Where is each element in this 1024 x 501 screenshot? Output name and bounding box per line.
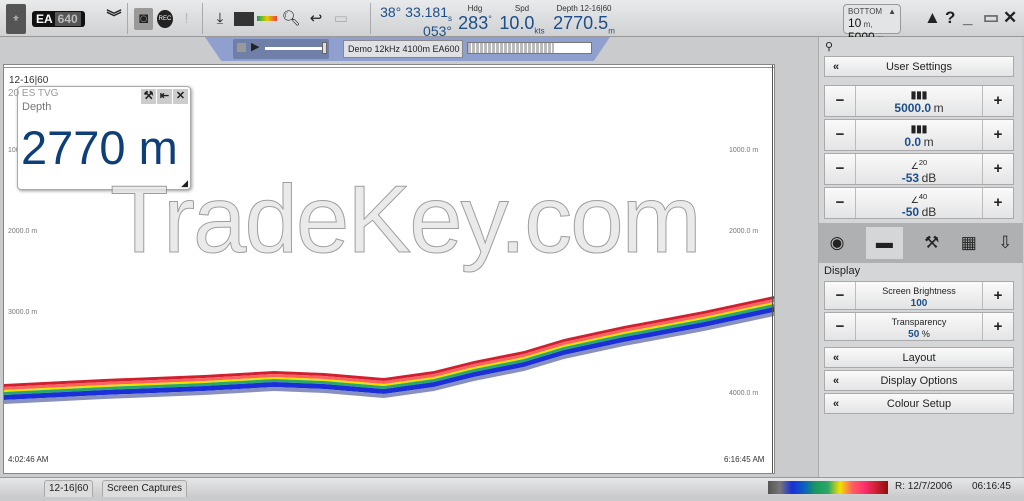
stop-icon[interactable] — [237, 43, 246, 52]
screen-brightness-stepper: − Screen Brightness 100 + — [824, 281, 1014, 310]
pin-icon[interactable]: ⚲ — [825, 40, 833, 53]
stepper-3: − ∠40 -50 dB + — [824, 187, 1014, 219]
stepper-0: − ▮▮▮ 5000.0 m + — [824, 85, 1014, 117]
replay-bar: ▶ Demo 12kHz 4100m EA600 — [205, 37, 610, 61]
brightness-plus-button[interactable]: + — [983, 282, 1013, 309]
start-bars-icon: ▮▮▮ — [910, 124, 928, 135]
stepper-plus-button[interactable]: + — [983, 120, 1013, 150]
depth-value: 2770 m — [21, 121, 178, 174]
replay-progress[interactable] — [467, 42, 592, 54]
settings-tools-icon[interactable]: ⚒ — [141, 89, 156, 104]
camera-icon[interactable]: ◙ — [134, 7, 154, 30]
stepper-minus-button[interactable]: − — [825, 154, 855, 184]
right-panel: ⚲ «User Settings − ▮▮▮ 5000.0 m + − ▮▮▮ 0.0 m +… — [818, 37, 1023, 477]
depth-widget[interactable]: Depth ⚒ ⇤ ✕ 2770 m ◢ — [17, 86, 191, 190]
tab-setup-icon[interactable]: ⚒ — [924, 233, 939, 253]
start-time: 4:02:46 AM — [8, 455, 49, 464]
colour-scale-bar — [768, 481, 888, 494]
minimize-button[interactable]: _ — [963, 8, 972, 28]
alert-exclamation-icon: ! — [184, 9, 189, 27]
stepper-1: − ▮▮▮ 0.0 m + — [824, 119, 1014, 151]
bottom-lock-icon[interactable]: ⤓ — [209, 8, 231, 30]
alarm-icon[interactable]: ▲ — [924, 8, 941, 28]
close-button[interactable]: ✕ — [1003, 8, 1017, 28]
resize-grip-icon[interactable]: ◢ — [181, 178, 188, 189]
chevron-left-icon: « — [833, 398, 840, 410]
play-icon[interactable]: ▶ — [251, 40, 259, 53]
tab-sonar-icon[interactable]: ◉ — [830, 233, 845, 253]
colour-setup-button[interactable]: «Colour Setup — [824, 393, 1014, 414]
ping-cursor-line[interactable] — [772, 65, 773, 473]
stepper-plus-button[interactable]: + — [983, 188, 1013, 218]
depth-widget-title: Depth — [22, 101, 52, 113]
collapse-chevrons-icon[interactable]: ︾ — [103, 7, 125, 29]
transparency-minus-button[interactable]: − — [825, 313, 855, 340]
heading-readout: Hdg 283° — [458, 4, 492, 33]
product-badge: EA 640 — [32, 10, 85, 27]
layout-button[interactable]: «Layout — [824, 347, 1014, 368]
tab-layout-icon[interactable]: ▦ — [961, 233, 977, 253]
tvg-gain-icon: ∠ — [910, 161, 919, 171]
zoom-icon[interactable]: 🔍︎ — [280, 8, 302, 30]
record-icon[interactable]: REC — [157, 9, 173, 28]
brightness-minus-button[interactable]: − — [825, 282, 855, 309]
close-icon[interactable]: ✕ — [173, 89, 188, 104]
dock-icon[interactable]: ⇤ — [157, 89, 172, 104]
bottom-range-button[interactable]: BOTTOM ▲ 10 m, 5000 m — [843, 4, 901, 44]
battery-icon[interactable]: ▭ — [330, 8, 352, 30]
expand-up-icon: ▲ — [888, 7, 896, 16]
stepper-plus-button[interactable]: + — [983, 86, 1013, 116]
seabed-echo-band — [4, 296, 774, 387]
chevron-left-icon: « — [833, 61, 840, 73]
tab-output-icon[interactable]: ⇩ — [998, 233, 1012, 253]
stepper-plus-button[interactable]: + — [983, 154, 1013, 184]
return-arrow-icon[interactable]: ↩ — [305, 8, 327, 30]
clock: 06:16:45 — [972, 481, 1011, 492]
replay-date: R: 12/7/2006 — [895, 481, 953, 492]
tab-channel[interactable]: 12-16|60 — [44, 480, 94, 497]
toolbar: ⚜ EA 640 ︾ ◙ REC ! ⤓ 🔍︎ ↩ ▭ 38° 33.181s 0… — [0, 0, 1024, 58]
chevron-left-icon: « — [833, 375, 840, 387]
display-title: Display — [824, 265, 861, 277]
display-options-button[interactable]: «Display Options — [824, 370, 1014, 391]
seabed-echo-band — [4, 299, 774, 390]
range-bars-icon: ▮▮▮ — [910, 90, 928, 101]
echogram-tools: ⤓ 🔍︎ ↩ ▭ — [203, 3, 371, 34]
help-button[interactable]: ? — [945, 8, 955, 28]
tab-display-icon[interactable]: ▬ — [865, 227, 903, 259]
tab-screen-captures[interactable]: Screen Captures — [102, 480, 188, 497]
replay-speed-slider[interactable] — [265, 42, 327, 54]
replay-progress-fill — [468, 43, 555, 53]
capture-group: ◙ REC ! — [128, 3, 203, 34]
chevron-left-icon: « — [833, 352, 840, 364]
stepper-2: − ∠20 -53 dB + — [824, 153, 1014, 185]
slider-handle[interactable] — [322, 42, 327, 54]
logo-crest-icon: ⚜ — [6, 3, 26, 34]
stepper-minus-button[interactable]: − — [825, 86, 855, 116]
tvg-gain-icon: ∠ — [910, 195, 919, 205]
user-settings-button[interactable]: «User Settings — [824, 56, 1014, 77]
speed-readout: Spd 10.0kts — [499, 4, 545, 36]
depth-readout: Depth 12-16|60 2770.5m — [553, 4, 615, 36]
echogram-icon[interactable] — [234, 11, 254, 26]
transparency-stepper: − Transparency 50 % + — [824, 312, 1014, 341]
colour-scale-icon[interactable] — [257, 16, 277, 21]
panel-tabs: ◉ ▬ ⚒ ▦ ⇩ — [819, 223, 1023, 263]
maximize-button[interactable]: ▭ — [983, 8, 999, 28]
stepper-minus-button[interactable]: − — [825, 188, 855, 218]
channel-sub-label: 20 ES TVG — [8, 88, 59, 99]
status-bar: 12-16|60 Screen Captures R: 12/7/2006 06… — [0, 477, 1024, 497]
stepper-minus-button[interactable]: − — [825, 120, 855, 150]
replay-file-button[interactable]: Demo 12kHz 4100m EA600 — [343, 40, 463, 58]
transparency-plus-button[interactable]: + — [983, 313, 1013, 340]
end-time: 6:16:45 AM — [724, 455, 765, 464]
position-readout: 38° 33.181s 053° 50.077w — [380, 4, 452, 58]
